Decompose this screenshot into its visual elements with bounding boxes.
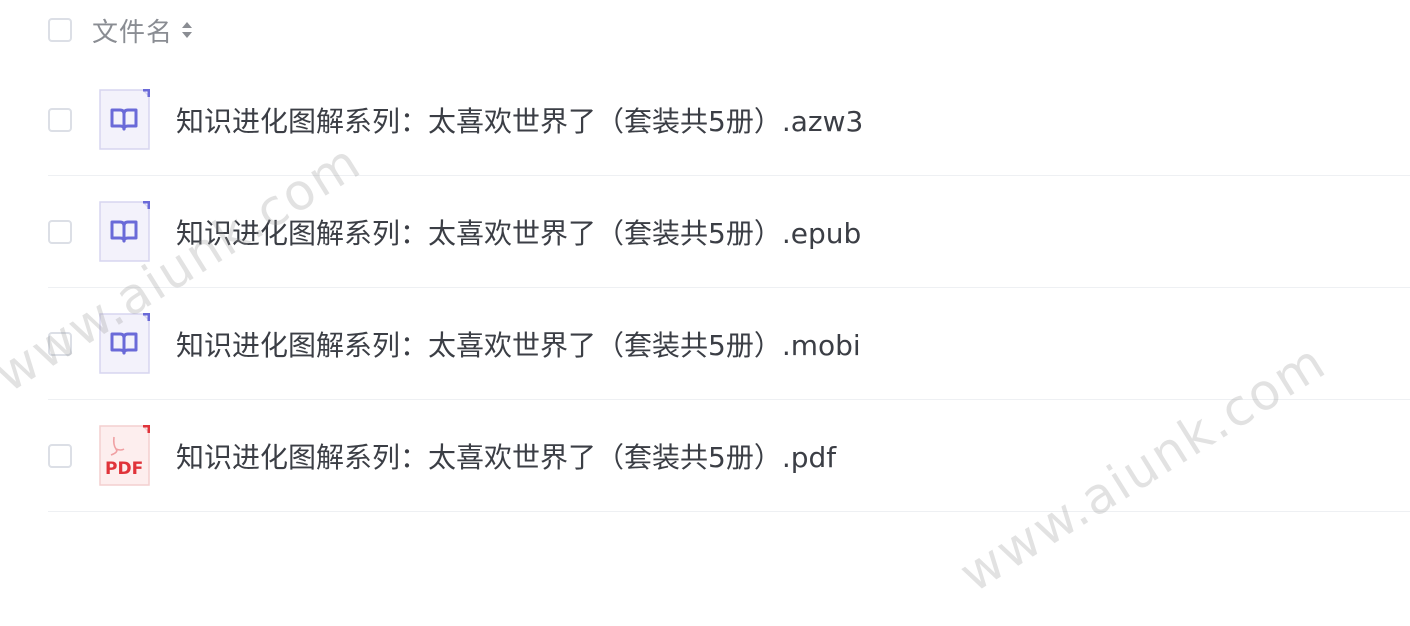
row-checkbox[interactable] xyxy=(48,219,72,244)
file-row[interactable]: 知识进化图解系列：太喜欢世界了（套装共5册）.mobi xyxy=(48,288,1410,400)
row-checkbox[interactable] xyxy=(48,107,72,132)
file-list-page: 文件名 知识进化图解系列：太喜欢世界了（套装共5册）.azw3 知识进化图解系列… xyxy=(0,0,1410,626)
ebook-icon xyxy=(99,312,150,374)
list-header: 文件名 xyxy=(48,0,1410,60)
filename-column-header[interactable]: 文件名 xyxy=(92,12,173,49)
select-all-checkbox[interactable] xyxy=(48,18,72,42)
file-name[interactable]: 知识进化图解系列：太喜欢世界了（套装共5册）.azw3 xyxy=(176,100,863,140)
file-row[interactable]: 知识进化图解系列：太喜欢世界了（套装共5册）.epub xyxy=(48,176,1410,288)
sort-icon[interactable] xyxy=(181,20,193,40)
row-checkbox[interactable] xyxy=(48,331,72,356)
file-name[interactable]: 知识进化图解系列：太喜欢世界了（套装共5册）.mobi xyxy=(176,324,861,364)
file-row[interactable]: 知识进化图解系列：太喜欢世界了（套装共5册）.azw3 xyxy=(48,64,1410,176)
file-name[interactable]: 知识进化图解系列：太喜欢世界了（套装共5册）.pdf xyxy=(176,436,836,476)
file-list: 知识进化图解系列：太喜欢世界了（套装共5册）.azw3 知识进化图解系列：太喜欢… xyxy=(48,64,1410,512)
ebook-icon xyxy=(99,200,150,262)
ebook-icon xyxy=(99,88,150,150)
row-checkbox[interactable] xyxy=(48,443,72,468)
file-row[interactable]: PDF 知识进化图解系列：太喜欢世界了（套装共5册）.pdf xyxy=(48,400,1410,512)
pdf-label: PDF xyxy=(105,459,143,479)
pdf-icon: PDF xyxy=(99,424,150,486)
file-name[interactable]: 知识进化图解系列：太喜欢世界了（套装共5册）.epub xyxy=(176,212,861,252)
